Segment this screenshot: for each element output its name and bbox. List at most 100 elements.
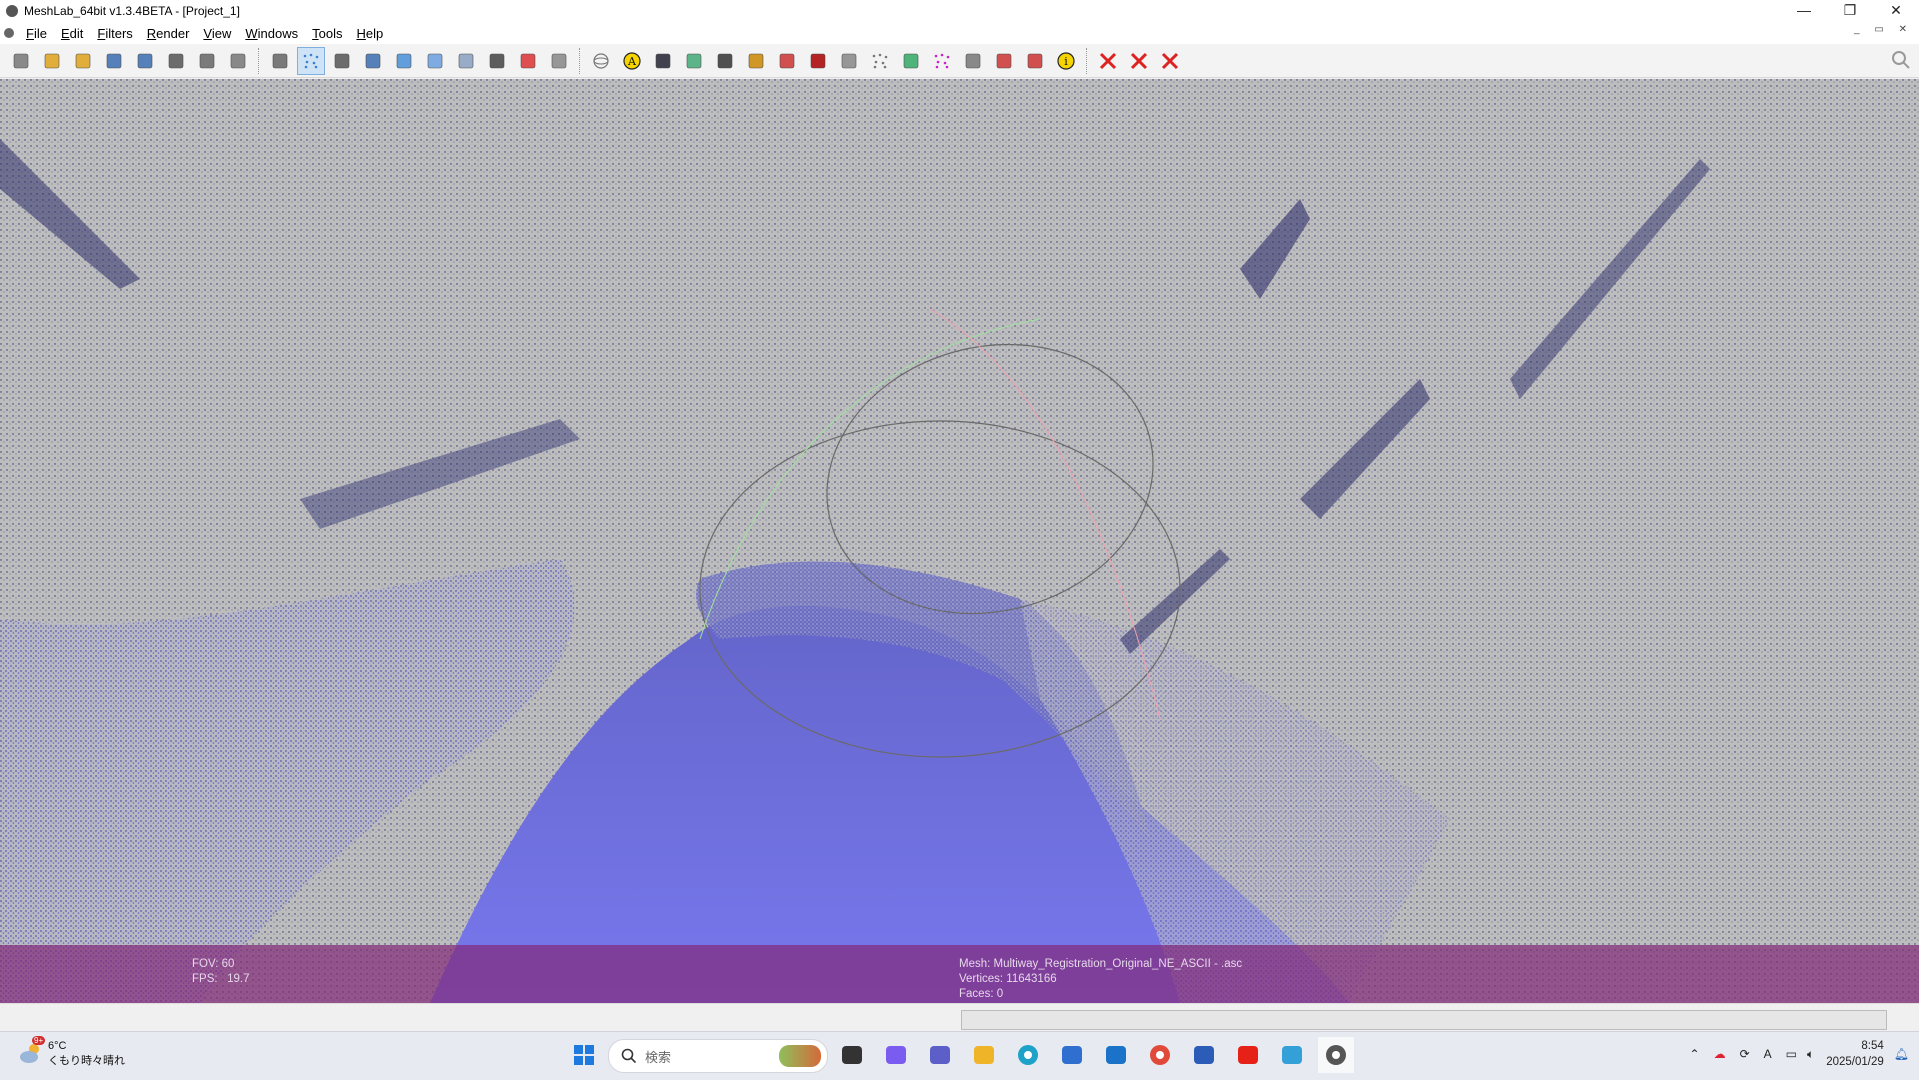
axes-icon[interactable] [712, 48, 738, 74]
close-button[interactable]: ✕ [1873, 0, 1919, 22]
store-icon[interactable] [1054, 1037, 1090, 1073]
remove-red-icon[interactable] [1126, 48, 1152, 74]
menu-edit[interactable]: Edit [61, 26, 83, 41]
volume-icon[interactable]: 🔈︎ [1807, 1047, 1814, 1062]
mesh-name-label: Mesh: Multiway_Registration_Original_NE_… [959, 958, 1243, 970]
align-icon[interactable] [836, 48, 862, 74]
notification-bell-icon[interactable]: 🔔︎ [1894, 1047, 1909, 1061]
title-bar: MeshLab_64bit v1.3.4BETA - [Project_1] —… [0, 0, 1919, 22]
svg-text:i: i [1064, 55, 1068, 68]
youtube-icon[interactable] [1230, 1037, 1266, 1073]
edge-icon[interactable] [1010, 1037, 1046, 1073]
ime-indicator[interactable]: A [1764, 1047, 1772, 1061]
cloud-sun-icon: 9+ [18, 1036, 46, 1066]
menu-file[interactable]: File [26, 26, 47, 41]
toolbar-separator [1086, 47, 1089, 74]
onedrive-icon[interactable]: ☁ [1714, 1047, 1726, 1061]
taskbar-search[interactable]: 検索 [608, 1039, 828, 1073]
delete-vertices-icon[interactable] [1022, 48, 1048, 74]
menu-tools[interactable]: Tools [312, 26, 342, 41]
system-tray: ⌃ ☁ ⟳ A ▭ 🔈︎ 8:54 2025/01/29 🔔︎ [1690, 1038, 1909, 1070]
annotation-icon[interactable]: A [619, 48, 645, 74]
window-controls: — ❐ ✕ [1781, 0, 1919, 22]
3d-viewport[interactable]: FOV: 60 FPS: 19.7 Mesh: Multiway_Registr… [0, 79, 1919, 1003]
layers-icon[interactable] [194, 48, 220, 74]
temperature-label: 6°C [48, 1040, 67, 1052]
network-icon[interactable]: ▭ [1786, 1047, 1797, 1061]
isoparam-icon[interactable] [898, 48, 924, 74]
info-icon[interactable]: i [1053, 48, 1079, 74]
wireframe-icon[interactable] [329, 48, 355, 74]
windows-taskbar: 9+ 6°C くもり時々晴れ 検索 ⌃ ☁ ⟳ A ▭ 🔈︎ 8:54 2025… [0, 1031, 1919, 1080]
flat-lines-icon[interactable] [360, 48, 386, 74]
faces-label: Faces: 0 [959, 988, 1004, 1000]
taskbar-apps [834, 1037, 1362, 1073]
weather-badge: 9+ [32, 1036, 46, 1045]
trackball-icon[interactable] [588, 48, 614, 74]
view-info: FOV: 60 FPS: 19.7 [192, 957, 250, 987]
pdf-icon[interactable] [805, 48, 831, 74]
clock[interactable]: 8:54 2025/01/29 [1826, 1038, 1884, 1070]
word-icon[interactable] [1186, 1037, 1222, 1073]
measure-icon[interactable] [743, 48, 769, 74]
light-icon[interactable] [484, 48, 510, 74]
paint-icon[interactable] [774, 48, 800, 74]
remove-selected-icon[interactable] [1157, 48, 1183, 74]
search-icon [621, 1048, 637, 1064]
fov-label: FOV: 60 [192, 958, 235, 970]
teams-icon[interactable] [922, 1037, 958, 1073]
texture-icon[interactable] [453, 48, 479, 74]
reference-icon[interactable] [929, 48, 955, 74]
mdi-controls[interactable]: _ ▭ ✕ [1854, 24, 1913, 35]
select-vertices-icon[interactable] [867, 48, 893, 74]
menu-windows[interactable]: Windows [245, 26, 298, 41]
new-icon[interactable] [8, 48, 34, 74]
import-icon[interactable] [132, 48, 158, 74]
sync-icon[interactable]: ⟳ [1740, 1047, 1750, 1061]
toolbar: Ai [0, 44, 1919, 78]
chrome-icon[interactable] [1142, 1037, 1178, 1073]
file-explorer-icon[interactable] [966, 1037, 1002, 1073]
select-faces-icon[interactable] [960, 48, 986, 74]
minimize-button[interactable]: — [1781, 0, 1827, 22]
svg-text:A: A [627, 55, 637, 68]
status-bar [0, 1003, 1919, 1032]
open-icon[interactable] [39, 48, 65, 74]
open-project-icon[interactable] [70, 48, 96, 74]
search-icon[interactable] [1891, 50, 1911, 75]
toolbar-separator [258, 47, 261, 74]
fps-label: FPS: 19.7 [192, 973, 250, 985]
clock-time: 8:54 [1861, 1040, 1884, 1052]
windows-start-icon[interactable] [566, 1037, 602, 1073]
menu-filters[interactable]: Filters [97, 26, 132, 41]
copilot-icon[interactable] [878, 1037, 914, 1073]
bbox-icon[interactable] [267, 48, 293, 74]
menu-render[interactable]: Render [147, 26, 190, 41]
weather-widget[interactable]: 9+ 6°C くもり時々晴れ [18, 1036, 125, 1068]
toolbar-separator [579, 47, 582, 74]
raster-icon[interactable] [650, 48, 676, 74]
reload-icon[interactable] [101, 48, 127, 74]
smooth-icon[interactable] [422, 48, 448, 74]
maximize-button[interactable]: ❐ [1827, 0, 1873, 22]
menu-view[interactable]: View [203, 26, 231, 41]
flat-icon[interactable] [391, 48, 417, 74]
snipping-icon[interactable] [1274, 1037, 1310, 1073]
taskview-icon[interactable] [834, 1037, 870, 1073]
clock-date: 2025/01/29 [1826, 1056, 1884, 1068]
normals-icon[interactable] [546, 48, 572, 74]
points-icon[interactable] [297, 46, 325, 75]
remove-icon[interactable] [1095, 48, 1121, 74]
vertices-label: Vertices: 11643166 [959, 973, 1057, 985]
weather-condition: くもり時々晴れ [48, 1055, 125, 1067]
print-icon[interactable] [225, 48, 251, 74]
snapshot-icon[interactable] [163, 48, 189, 74]
meshlab-icon[interactable] [1318, 1037, 1354, 1073]
chevron-up-icon[interactable]: ⌃ [1690, 1047, 1700, 1061]
color-icon[interactable] [515, 48, 541, 74]
outlook-icon[interactable] [1098, 1037, 1134, 1073]
meshlab-app-icon [6, 5, 18, 17]
menu-help[interactable]: Help [356, 26, 383, 41]
pick-icon[interactable] [681, 48, 707, 74]
delete-faces-icon[interactable] [991, 48, 1017, 74]
